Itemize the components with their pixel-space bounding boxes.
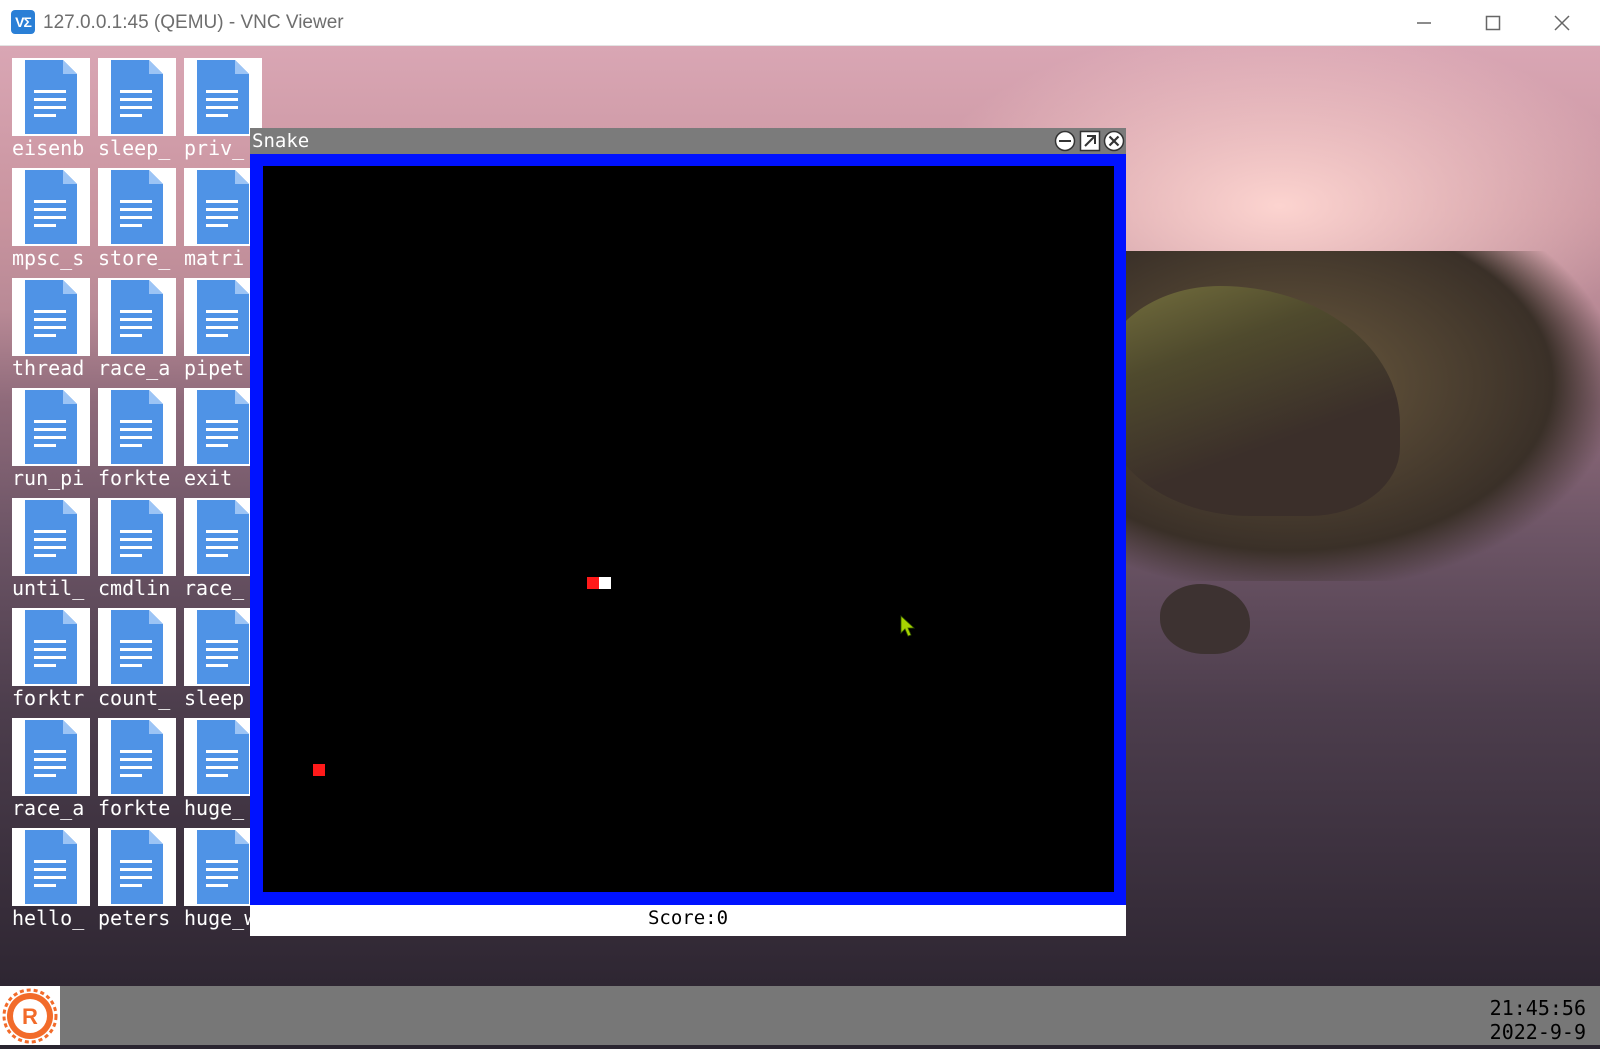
document-icon: [25, 500, 77, 574]
desktop-icon[interactable]: pipet: [172, 266, 262, 380]
document-icon: [25, 720, 77, 794]
document-icon: [111, 60, 163, 134]
document-icon: [197, 610, 249, 684]
minimize-icon: [1054, 130, 1076, 152]
desktop-icon[interactable]: store_: [86, 156, 176, 270]
clock-date: 2022-9-9: [1489, 1020, 1586, 1044]
svg-text:R: R: [22, 1004, 38, 1029]
rcore-logo-icon: R: [2, 988, 58, 1044]
document-icon: [25, 170, 77, 244]
snake-window[interactable]: Snake Score:0: [250, 128, 1126, 936]
desktop-icon[interactable]: exit: [172, 376, 262, 490]
desktop-icon[interactable]: forktr: [0, 596, 90, 710]
snake-maximize-button[interactable]: [1079, 130, 1101, 152]
maximize-button[interactable]: [1459, 0, 1527, 46]
desktop-icon[interactable]: sleep_: [86, 46, 176, 160]
document-icon: [197, 830, 249, 904]
desktop-icon[interactable]: mpsc_s: [0, 156, 90, 270]
snake-food: [313, 764, 325, 776]
maximize-icon: [1485, 15, 1501, 31]
clock-time: 21:45:56: [1489, 996, 1586, 1020]
desktop-icon[interactable]: forkte: [86, 376, 176, 490]
desktop-icon[interactable]: thread: [0, 266, 90, 380]
vnc-logo-icon: VΣ: [11, 10, 35, 34]
desktop-icon[interactable]: matri: [172, 156, 262, 270]
desktop-icon[interactable]: race_: [172, 486, 262, 600]
snake-game-border: [250, 154, 1126, 905]
document-icon: [197, 170, 249, 244]
maximize-icon: [1079, 130, 1101, 152]
snake-play-area[interactable]: [263, 166, 1114, 892]
document-icon: [197, 60, 249, 134]
close-button[interactable]: [1528, 0, 1596, 46]
document-icon: [197, 720, 249, 794]
desktop-icon[interactable]: forkte: [86, 706, 176, 820]
document-icon: [111, 830, 163, 904]
document-icon: [25, 280, 77, 354]
close-icon: [1103, 130, 1125, 152]
desktop-icon[interactable]: hello_: [0, 816, 90, 930]
score-bar: Score:0: [250, 905, 1126, 936]
vnc-title-bar: VΣ 127.0.0.1:45 (QEMU) - VNC Viewer: [0, 0, 1600, 46]
snake-head: [587, 577, 599, 589]
document-icon: [197, 280, 249, 354]
document-icon: [197, 500, 249, 574]
document-icon: [25, 60, 77, 134]
document-icon: [111, 610, 163, 684]
desktop-icon[interactable]: sleep: [172, 596, 262, 710]
desktop-icon[interactable]: until_: [0, 486, 90, 600]
document-icon: [25, 390, 77, 464]
document-icon: [25, 610, 77, 684]
snake-window-title: Snake: [252, 130, 310, 152]
score-label: Score:0: [647, 907, 729, 929]
snake-title-bar[interactable]: Snake: [250, 128, 1126, 154]
mouse-cursor-icon: [900, 615, 916, 637]
snake-close-button[interactable]: [1103, 130, 1125, 152]
desktop-icon[interactable]: peters: [86, 816, 176, 930]
desktop-icon[interactable]: priv_: [172, 46, 262, 160]
close-icon: [1554, 15, 1570, 31]
document-icon: [25, 830, 77, 904]
remote-desktop: eisenb sleep_ priv_ mpsc_s store_ matri thread…: [0, 46, 1600, 986]
document-icon: [111, 390, 163, 464]
document-icon: [197, 390, 249, 464]
document-icon: [111, 170, 163, 244]
window-title: 127.0.0.1:45 (QEMU) - VNC Viewer: [43, 12, 344, 33]
document-icon: [111, 280, 163, 354]
taskbar: R 21:45:56 2022-9-9: [0, 986, 1600, 1045]
snake-body: [599, 577, 611, 589]
desktop-icon[interactable]: run_pi: [0, 376, 90, 490]
desktop-icon[interactable]: eisenb: [0, 46, 90, 160]
document-icon: [111, 720, 163, 794]
minimize-icon: [1417, 22, 1431, 24]
desktop-icon[interactable]: race_a: [0, 706, 90, 820]
desktop-icon[interactable]: count_: [86, 596, 176, 710]
desktop-icon[interactable]: race_a: [86, 266, 176, 380]
start-button[interactable]: R: [0, 986, 60, 1045]
desktop-icon[interactable]: huge_: [172, 706, 262, 820]
document-icon: [111, 500, 163, 574]
snake-minimize-button[interactable]: [1054, 130, 1076, 152]
desktop-icon[interactable]: huge_w: [172, 816, 262, 930]
minimize-button[interactable]: [1390, 0, 1458, 46]
wallpaper-rock: [1160, 584, 1250, 654]
desktop-icon[interactable]: cmdlin: [86, 486, 176, 600]
